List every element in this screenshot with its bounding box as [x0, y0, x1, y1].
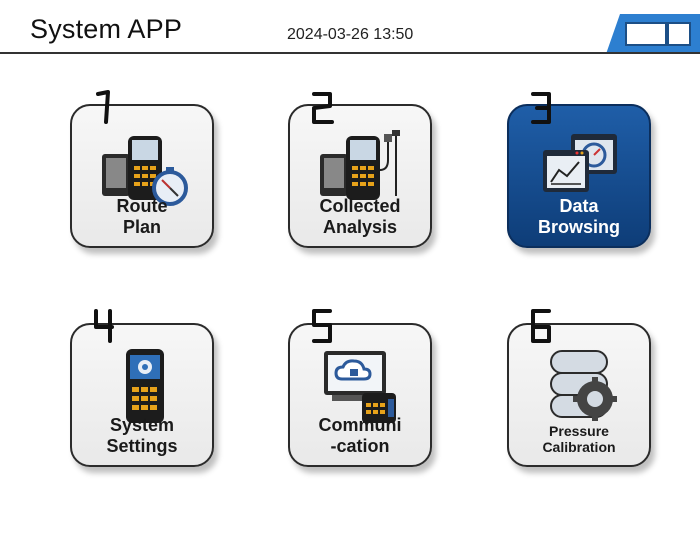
number-6-icon	[531, 309, 551, 343]
battery-icon	[606, 14, 700, 54]
app-title: System APP	[30, 14, 183, 44]
tile-label: Pressure Calibration	[542, 423, 616, 455]
tile-pressure-calibration[interactable]: Pressure Calibration	[505, 309, 657, 483]
tile-communication[interactable]: Communi -cation	[286, 309, 438, 483]
header-divider	[0, 52, 700, 54]
tile-route-plan[interactable]: Route Plan	[68, 90, 220, 264]
tile-data-browsing[interactable]: Data Browsing	[505, 92, 657, 264]
tile-label: System Settings	[106, 415, 178, 456]
tile-label: Route Plan	[116, 196, 168, 237]
pressure-calibration-icon	[550, 350, 617, 421]
number-5-icon	[312, 309, 332, 343]
number-2-icon	[312, 92, 334, 124]
tile-collected-analysis[interactable]: Collected Analysis	[286, 92, 438, 264]
number-1-icon	[96, 90, 110, 124]
tile-label: Data Browsing	[537, 196, 620, 237]
number-4-icon	[94, 309, 114, 343]
datetime: 2024-03-26 13:50	[287, 26, 414, 43]
tile-label: Collected Analysis	[319, 196, 401, 237]
tile-system-settings[interactable]: System Settings	[68, 309, 220, 483]
top-bar: System APP 2024-03-26 13:50	[0, 0, 700, 54]
tile-label: Communi -cation	[318, 415, 402, 456]
number-3-icon	[531, 92, 551, 124]
